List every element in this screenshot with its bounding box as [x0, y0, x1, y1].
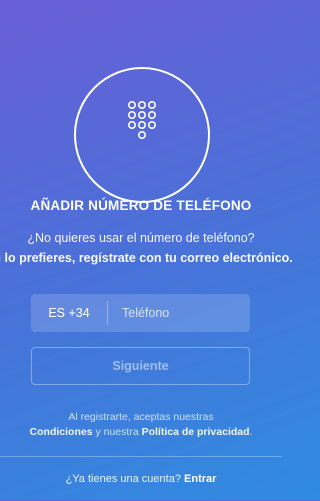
login-footer: ¿Ya tienes una cuenta? Entrar	[0, 456, 282, 501]
register-with-email-link[interactable]: Si lo prefieres, regístrate con tu corre…	[0, 251, 320, 265]
country-code-selector[interactable]: ES +34	[31, 294, 107, 332]
terms-and-text: y nuestra	[92, 426, 142, 438]
phone-input-group: ES +34 Teléfono	[31, 294, 250, 332]
privacy-policy-link[interactable]: Política de privacidad	[142, 426, 250, 438]
conditions-link[interactable]: Condiciones	[30, 426, 93, 438]
have-account-text: ¿Ya tienes una cuenta?	[65, 473, 181, 485]
phone-number-field[interactable]: Teléfono	[122, 294, 169, 332]
keypad-circle	[74, 67, 210, 203]
divider	[107, 301, 108, 325]
terms-end: .	[249, 426, 253, 438]
terms-line: Al registrarte, aceptas nuestras	[68, 411, 214, 423]
next-button[interactable]: Siguiente	[31, 347, 250, 385]
login-link[interactable]: Entrar	[184, 473, 216, 485]
subtitle-question: ¿No quieres usar el número de teléfono?	[27, 231, 255, 245]
phone-keypad-icon	[127, 100, 157, 139]
terms-links-line: Condiciones y nuestra Política de privac…	[0, 425, 282, 440]
page-title: AÑADIR NÚMERO DE TELÉFONO	[30, 198, 252, 213]
terms-text: Al registrarte, aceptas nuestras Condici…	[0, 410, 282, 440]
